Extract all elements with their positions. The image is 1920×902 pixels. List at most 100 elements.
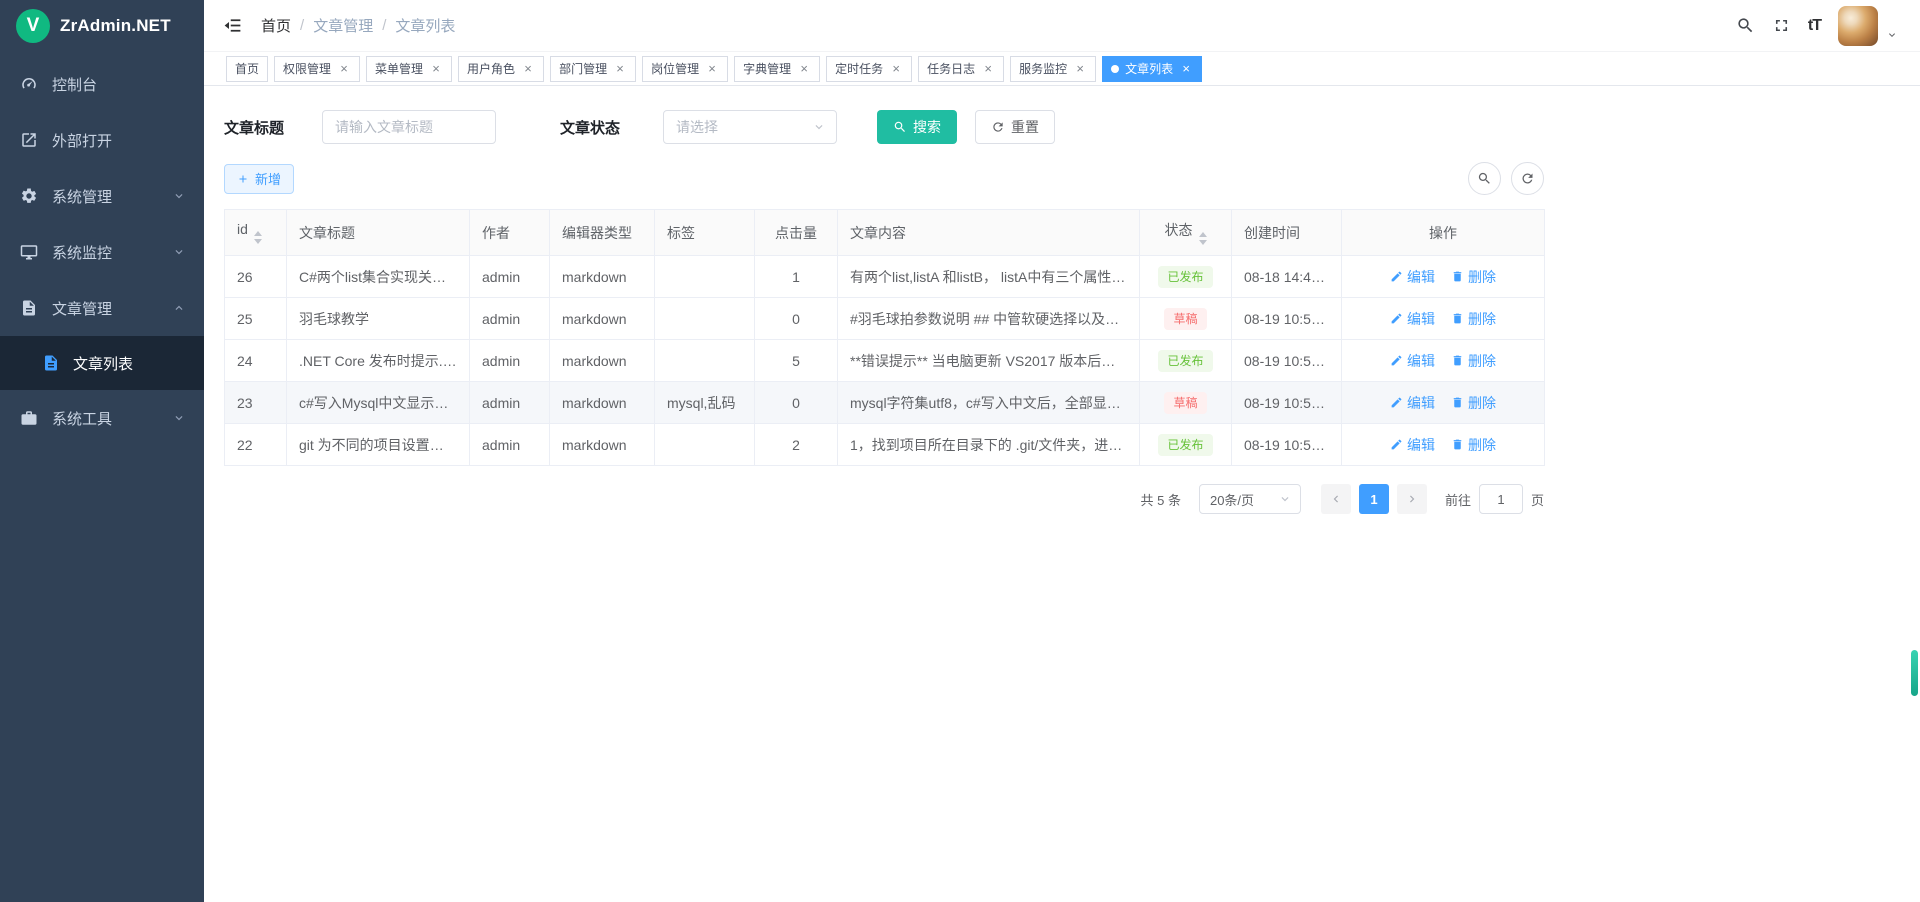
tab-close-icon[interactable]: × — [1179, 62, 1193, 76]
goto-unit-label: 页 — [1531, 490, 1544, 509]
cell-status: 已发布 — [1140, 340, 1232, 382]
sort-desc-icon — [254, 239, 262, 244]
page-size-select[interactable]: 20条/页 — [1199, 484, 1301, 514]
edit-link[interactable]: 编辑 — [1390, 267, 1435, 287]
column-header-id[interactable]: id — [225, 210, 287, 256]
cell-id: 26 — [225, 256, 287, 298]
sidebar-item-article-manage[interactable]: 文章管理 — [0, 280, 204, 336]
tab-close-icon[interactable]: × — [521, 62, 535, 76]
sidebar-item-system-tools[interactable]: 系统工具 — [0, 390, 204, 446]
edit-link[interactable]: 编辑 — [1390, 393, 1435, 413]
tab-item[interactable]: 菜单管理× — [366, 56, 452, 82]
scrollbar-thumb[interactable] — [1911, 650, 1918, 696]
tab-item[interactable]: 部门管理× — [550, 56, 636, 82]
tab-item[interactable]: 岗位管理× — [642, 56, 728, 82]
status-badge: 已发布 — [1158, 266, 1212, 288]
active-tab-dot-icon — [1111, 65, 1119, 73]
edit-link[interactable]: 编辑 — [1390, 351, 1435, 371]
breadcrumb-item-article-manage[interactable]: 文章管理 — [313, 15, 373, 36]
sidebar-item-dashboard[interactable]: 控制台 — [0, 56, 204, 112]
page-number-button[interactable]: 1 — [1359, 484, 1389, 514]
sidebar-item-external-open[interactable]: 外部打开 — [0, 112, 204, 168]
delete-icon — [1451, 396, 1464, 409]
table-header-row: id文章标题作者编辑器类型标签点击量文章内容状态创建时间操作 — [225, 210, 1545, 256]
sort-desc-icon — [1199, 240, 1207, 245]
tab-item[interactable]: 首页 — [226, 56, 268, 82]
tab-close-icon[interactable]: × — [981, 62, 995, 76]
tab-close-icon[interactable]: × — [1073, 62, 1087, 76]
sidebar-item-system-manage[interactable]: 系统管理 — [0, 168, 204, 224]
delete-icon — [1451, 354, 1464, 367]
goto-label: 前往 — [1445, 490, 1471, 509]
column-header-label: 编辑器类型 — [562, 225, 632, 241]
edit-link[interactable]: 编辑 — [1390, 435, 1435, 455]
tab-item[interactable]: 权限管理× — [274, 56, 360, 82]
next-page-button[interactable] — [1397, 484, 1427, 514]
tab-close-icon[interactable]: × — [797, 62, 811, 76]
cell-content: 1，找到项目所在目录下的 .git/文件夹，进入.git/... — [838, 424, 1140, 466]
sidebar-fold-icon[interactable] — [222, 15, 243, 36]
status-filter-select[interactable]: 请选择 — [663, 110, 837, 144]
sidebar-item-label: 控制台 — [52, 74, 186, 95]
sidebar-item-label: 外部打开 — [52, 130, 186, 151]
goto-page-input[interactable] — [1479, 484, 1523, 514]
tab-close-icon[interactable]: × — [337, 62, 351, 76]
cell-content: #羽毛球拍参数说明 ## 中管软硬选择以及长度介... — [838, 298, 1140, 340]
delete-link[interactable]: 删除 — [1451, 435, 1496, 455]
sidebar-item-system-monitor[interactable]: 系统监控 — [0, 224, 204, 280]
column-header-label: 点击量 — [775, 225, 817, 241]
sidebar-subitem-article-list[interactable]: 文章列表 — [0, 336, 204, 390]
font-size-icon[interactable]: tT — [1808, 17, 1821, 35]
title-filter-label: 文章标题 — [224, 117, 284, 138]
prev-page-button[interactable] — [1321, 484, 1351, 514]
tab-close-icon[interactable]: × — [613, 62, 627, 76]
tab-label: 文章列表 — [1125, 60, 1173, 77]
tab-close-icon[interactable]: × — [705, 62, 719, 76]
toggle-search-button[interactable] — [1468, 162, 1501, 195]
sort-asc-icon — [1199, 232, 1207, 237]
top-navbar: 首页 / 文章管理 / 文章列表 tT — [204, 0, 1920, 52]
avatar-caret-icon[interactable] — [1886, 29, 1898, 41]
avatar[interactable] — [1838, 6, 1878, 46]
column-header-label: 状态 — [1165, 222, 1193, 238]
tab-item[interactable]: 字典管理 × — [734, 56, 820, 82]
monitor-icon — [20, 243, 38, 261]
cell-author: admin — [470, 382, 550, 424]
toolbox-icon — [20, 409, 38, 427]
tab-item[interactable]: 服务监控× — [1010, 56, 1096, 82]
chevron-left-icon — [1329, 492, 1343, 506]
delete-link[interactable]: 删除 — [1451, 351, 1496, 371]
tab-close-icon[interactable]: × — [429, 62, 443, 76]
column-header-label: 文章标题 — [299, 225, 355, 241]
delete-label: 删除 — [1468, 267, 1496, 287]
delete-link[interactable]: 删除 — [1451, 309, 1496, 329]
delete-link[interactable]: 删除 — [1451, 393, 1496, 413]
edit-link[interactable]: 编辑 — [1390, 309, 1435, 329]
sidebar: V ZrAdmin.NET 控制台外部打开系统管理系统监控文章管理文章列表系统工… — [0, 0, 204, 902]
document-icon — [20, 299, 38, 317]
search-button[interactable]: 搜索 — [877, 110, 957, 144]
delete-link[interactable]: 删除 — [1451, 267, 1496, 287]
tab-label: 字典管理 — [743, 60, 791, 77]
breadcrumb-item-home[interactable]: 首页 — [261, 15, 291, 36]
title-filter-input[interactable] — [322, 110, 496, 144]
sidebar-item-label: 系统管理 — [52, 186, 158, 207]
tab-close-icon[interactable]: × — [889, 62, 903, 76]
tab-item[interactable]: 定时任务 × — [826, 56, 912, 82]
app-logo[interactable]: V ZrAdmin.NET — [0, 0, 204, 52]
tab-item[interactable]: 任务日志× — [918, 56, 1004, 82]
cell-hits: 1 — [755, 256, 838, 298]
delete-label: 删除 — [1468, 435, 1496, 455]
column-header-status[interactable]: 状态 — [1140, 210, 1232, 256]
cell-editor: markdown — [550, 256, 655, 298]
column-header-title: 文章标题 — [287, 210, 470, 256]
tab-item[interactable]: 文章列表 × — [1102, 56, 1202, 82]
reset-button[interactable]: 重置 — [975, 110, 1055, 144]
tab-label: 定时任务 — [835, 60, 883, 77]
add-button[interactable]: 新增 — [224, 164, 294, 194]
header-search-icon[interactable] — [1736, 16, 1755, 35]
tab-item[interactable]: 用户角色× — [458, 56, 544, 82]
refresh-table-button[interactable] — [1511, 162, 1544, 195]
column-header-label: 操作 — [1429, 225, 1457, 241]
fullscreen-icon[interactable] — [1772, 16, 1791, 35]
